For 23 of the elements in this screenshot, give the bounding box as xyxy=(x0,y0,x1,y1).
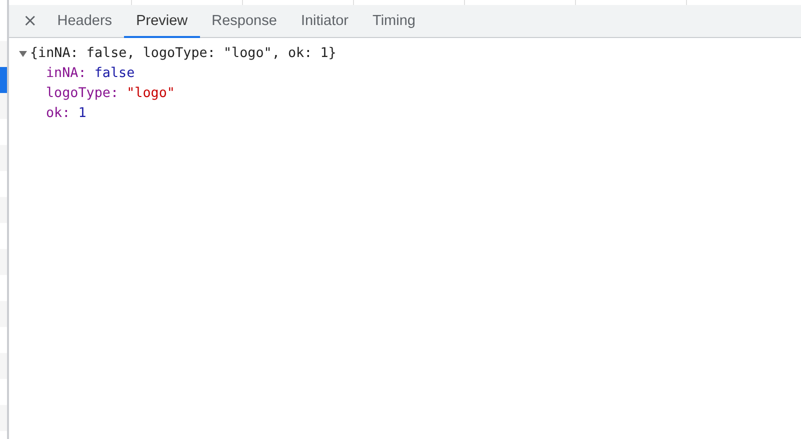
property-key: logoType: xyxy=(46,84,119,104)
request-row[interactable] xyxy=(0,197,7,223)
tab[interactable]: Response xyxy=(200,5,289,38)
property-key: inNA: xyxy=(46,64,86,84)
request-row[interactable] xyxy=(0,145,7,171)
close-button[interactable]: × xyxy=(15,5,46,37)
request-row[interactable] xyxy=(0,41,7,67)
property-value: "logo" xyxy=(126,85,175,103)
property-value: 1 xyxy=(78,105,86,123)
tab[interactable]: Headers xyxy=(45,5,124,38)
property-key: ok: xyxy=(46,104,70,124)
selected-request-row[interactable] xyxy=(0,67,7,93)
expanded-triangle-icon[interactable] xyxy=(18,50,28,58)
request-row[interactable] xyxy=(0,405,7,431)
object-summary: {inNA: false, logoType: "logo", ok: 1} xyxy=(30,45,336,63)
tab[interactable]: Initiator xyxy=(288,5,360,38)
request-row[interactable] xyxy=(0,93,7,119)
request-row[interactable] xyxy=(0,353,7,379)
tab[interactable]: Preview xyxy=(124,5,200,38)
tab[interactable]: Timing xyxy=(360,5,428,38)
property-value: false xyxy=(94,65,135,83)
request-row[interactable] xyxy=(0,249,7,275)
request-row[interactable] xyxy=(0,301,7,327)
